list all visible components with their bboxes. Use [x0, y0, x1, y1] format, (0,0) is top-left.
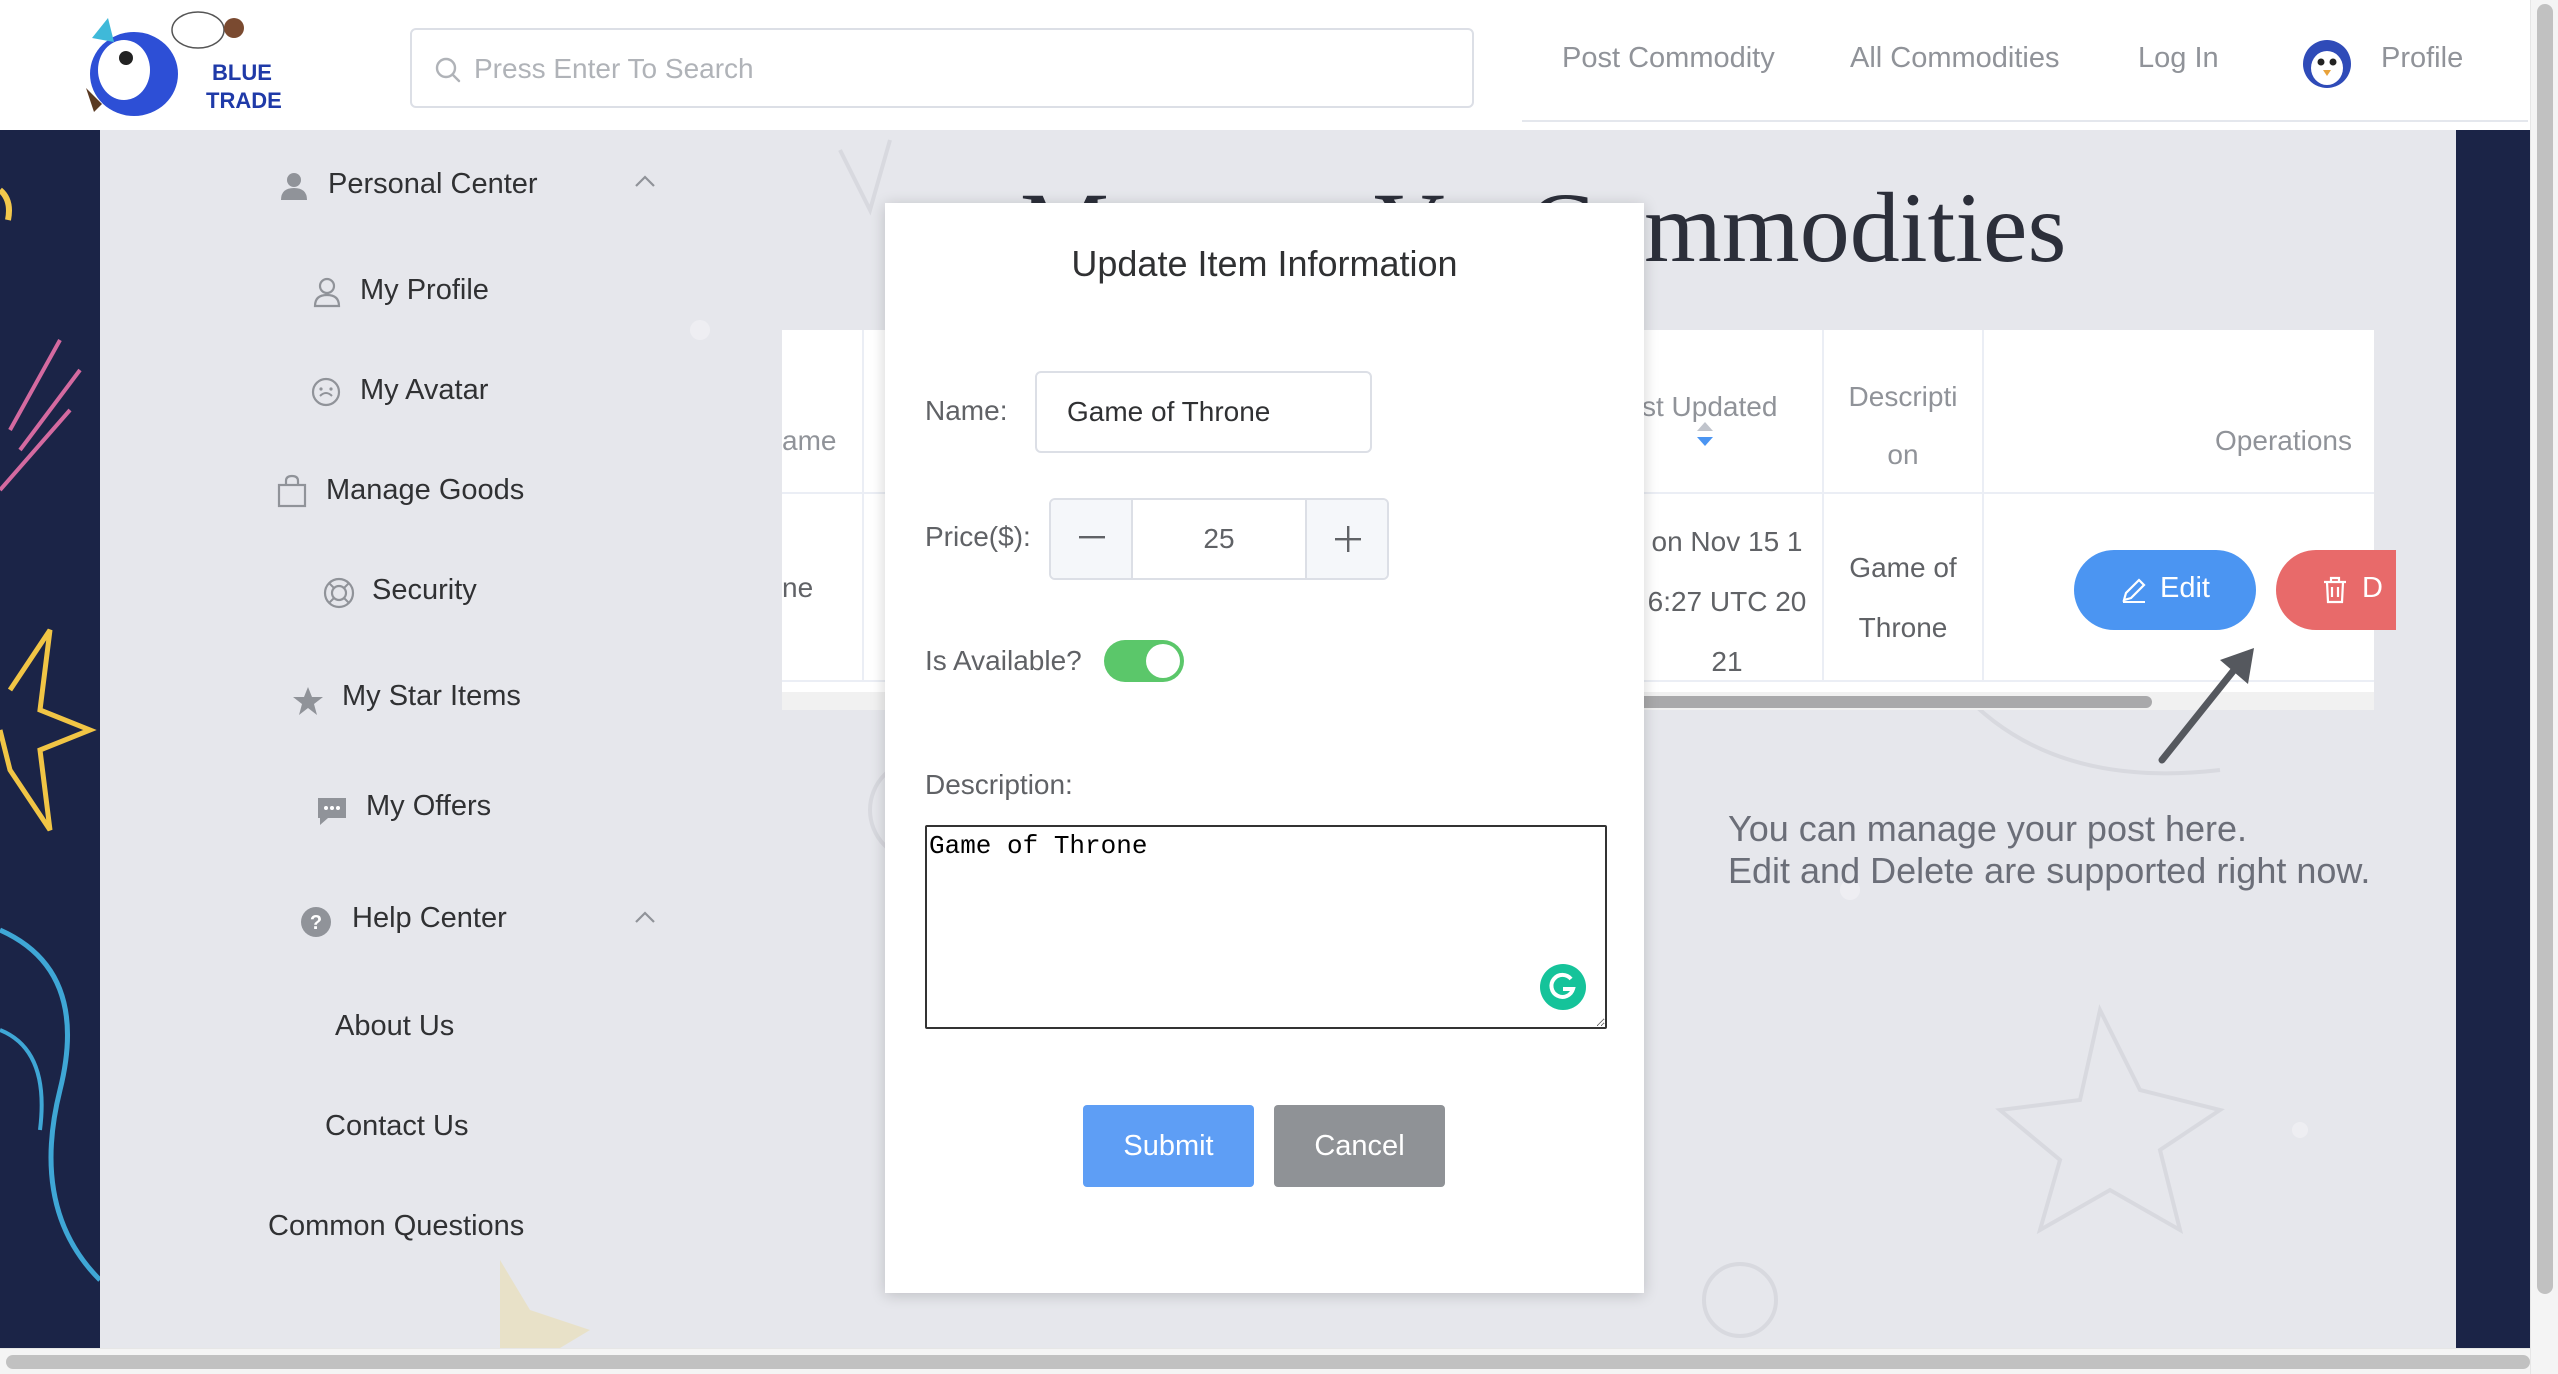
toggle-knob: [1146, 644, 1180, 678]
cancel-button[interactable]: Cancel: [1274, 1105, 1445, 1187]
left-dark-background: [0, 130, 100, 1348]
dialog-title: Update Item Information: [1071, 243, 1458, 284]
pencil-icon: [2122, 578, 2146, 603]
column-header-description-2: on: [1887, 439, 1919, 470]
sort-caret-icon[interactable]: [1694, 420, 1716, 448]
search-icon: [435, 57, 461, 83]
sidebar-personal-center[interactable]: Personal Center: [328, 168, 538, 201]
column-header-description-1: Descripti: [1848, 381, 1958, 412]
column-divider: [1982, 330, 1984, 682]
avatar-face-icon: [311, 377, 341, 407]
hint-line-2: Edit and Delete are supported right now.: [1728, 850, 2371, 891]
search-input[interactable]: [474, 40, 1454, 98]
hint-line-1: You can manage your post here.: [1728, 808, 2248, 849]
horizontal-scroll-thumb[interactable]: [6, 1355, 2530, 1369]
penguin-avatar-icon: [2303, 40, 2351, 88]
search-box: [410, 28, 1474, 108]
chevron-up-icon[interactable]: [634, 910, 656, 924]
sidebar-my-avatar[interactable]: My Avatar: [360, 374, 488, 407]
update-item-dialog: Update Item Information Name: Price($): …: [885, 203, 1644, 1293]
description-label: Description:: [925, 769, 1073, 800]
shopping-bag-icon: [277, 474, 307, 508]
vertical-scroll-thumb[interactable]: [2537, 4, 2553, 1294]
cell-date-line-3: 21: [1711, 646, 1743, 677]
cell-date-line-1: on Nov 15 1: [1651, 526, 1803, 557]
plus-icon: [1335, 526, 1361, 552]
cell-name: ne: [782, 572, 814, 603]
name-label: Name:: [925, 395, 1008, 426]
increment-button[interactable]: [1305, 500, 1387, 578]
table-scroll-thumb[interactable]: [1592, 696, 2152, 708]
chevron-up-icon[interactable]: [634, 174, 656, 188]
column-header-operations: Operations: [2215, 425, 2352, 456]
nav-post-commodity[interactable]: Post Commodity: [1562, 42, 1775, 75]
price-label: Price($):: [925, 521, 1031, 552]
price-stepper: 25: [1049, 498, 1389, 580]
sidebar-contact-us[interactable]: Contact Us: [325, 1110, 468, 1143]
decrement-button[interactable]: [1051, 500, 1133, 578]
sidebar-about-us[interactable]: About Us: [335, 1010, 454, 1043]
vertical-scrollbar[interactable]: [2530, 0, 2558, 1374]
blue-trade-logo[interactable]: BLUE TRADE: [84, 8, 294, 120]
cell-description-line-1: Game of: [1849, 552, 1957, 583]
nav-profile-label: Profile: [2381, 42, 2464, 74]
description-textarea[interactable]: Game of Throne: [925, 825, 1607, 1029]
sidebar-help-center[interactable]: Help Center: [352, 902, 507, 935]
sidebar-manage-goods[interactable]: Manage Goods: [326, 474, 524, 507]
cell-date-line-2: 6:27 UTC 20: [1647, 586, 1807, 617]
column-header-name: ame: [782, 425, 837, 456]
sidebar-common-questions[interactable]: Common Questions: [268, 1210, 524, 1243]
column-header-last-updated[interactable]: st Updated: [1642, 378, 1792, 436]
sidebar-my-profile[interactable]: My Profile: [360, 274, 489, 307]
horizontal-scrollbar[interactable]: [0, 1348, 2530, 1374]
column-divider: [862, 330, 864, 682]
user-outline-icon: [313, 277, 341, 308]
delete-button[interactable]: D: [2276, 550, 2396, 630]
sidebar-my-star-items[interactable]: My Star Items: [342, 680, 521, 713]
svg-text:TRADE: TRADE: [206, 88, 282, 113]
question-circle-icon: ?: [301, 907, 331, 937]
cell-description-line-2: Throne: [1858, 612, 1948, 643]
svg-text:?: ?: [310, 912, 322, 934]
star-icon: [293, 687, 323, 715]
edit-button-label: Edit: [2160, 572, 2210, 604]
available-toggle[interactable]: [1104, 640, 1184, 682]
chat-bubble-icon: [318, 798, 346, 825]
sidebar-security[interactable]: Security: [372, 574, 477, 607]
name-field[interactable]: [1035, 371, 1372, 453]
top-nav: Post Commodity All Commodities Log In Pr…: [1522, 0, 2528, 122]
right-dark-background: [2456, 130, 2530, 1348]
user-icon: [281, 173, 307, 200]
nav-log-in[interactable]: Log In: [2138, 42, 2219, 75]
delete-button-label: D: [2362, 572, 2383, 604]
top-header: BLUE TRADE Post Commodity All Commoditie…: [0, 0, 2530, 130]
manage-post-hint: You can manage your post here. Edit and …: [1728, 808, 2370, 892]
lifebuoy-icon: [323, 577, 355, 609]
svg-text:BLUE: BLUE: [212, 60, 272, 85]
space-doodle-decoration: [0, 187, 100, 1282]
price-value[interactable]: 25: [1133, 500, 1305, 578]
sidebar-my-offers[interactable]: My Offers: [366, 790, 491, 823]
edit-button[interactable]: Edit: [2074, 550, 2256, 630]
trash-icon: [2324, 576, 2346, 604]
available-label: Is Available?: [925, 645, 1082, 676]
nav-all-commodities[interactable]: All Commodities: [1850, 42, 2060, 75]
bird-logo-icon: BLUE TRADE: [86, 11, 282, 116]
arrow-pointer-icon: [2158, 648, 2254, 764]
minus-icon: [1079, 536, 1105, 539]
submit-button[interactable]: Submit: [1083, 1105, 1254, 1187]
grammarly-icon[interactable]: [1539, 963, 1587, 1011]
